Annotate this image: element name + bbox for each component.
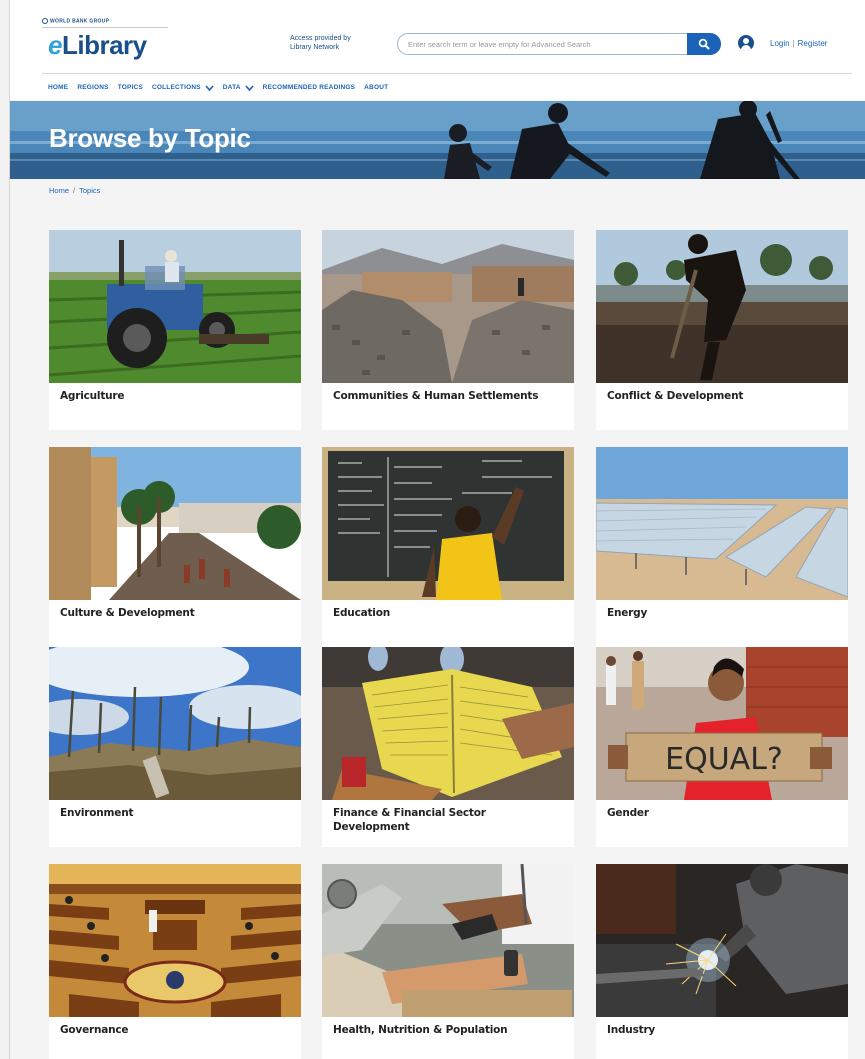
breadcrumb-current: Topics [79, 186, 101, 195]
hero-banner: Browse by Topic [10, 101, 865, 179]
topic-image [322, 447, 574, 600]
page: WORLD BANK GROUP eLibrary Access provide… [9, 0, 865, 1059]
topic-image [322, 230, 574, 383]
auth-links: Login | Register [770, 39, 828, 48]
chevron-down-icon [205, 84, 214, 91]
logo-divider [42, 27, 168, 28]
topic-image [596, 864, 848, 1017]
nav-regions[interactable]: REGIONS [77, 84, 108, 91]
topic-card-gender[interactable]: EQUAL? Gender [596, 647, 848, 847]
topic-card-agriculture[interactable]: Agriculture [49, 230, 301, 430]
topic-image [49, 647, 301, 800]
topic-label: Agriculture [60, 390, 125, 402]
topic-label: Energy [607, 607, 648, 619]
globe-icon [42, 18, 48, 24]
topic-image: EQUAL? [596, 647, 848, 800]
topic-image [49, 230, 301, 383]
search-box [397, 33, 721, 55]
world-bank-group-label: WORLD BANK GROUP [42, 18, 109, 24]
nav-divider [42, 73, 852, 74]
gender-sign-text: EQUAL? [665, 742, 783, 777]
topic-image [49, 447, 301, 600]
topic-label: Governance [60, 1024, 129, 1036]
nav-collections[interactable]: COLLECTIONS [152, 84, 214, 91]
nav-about[interactable]: ABOUT [364, 84, 388, 91]
topic-image [596, 447, 848, 600]
search-icon [698, 38, 710, 50]
topic-card-governance[interactable]: Governance [49, 864, 301, 1059]
search-button[interactable] [687, 33, 721, 55]
topic-image [49, 864, 301, 1017]
access-provided-text: Access provided by Library Network [290, 35, 351, 51]
topic-card-conflict[interactable]: Conflict & Development [596, 230, 848, 430]
topic-image [596, 230, 848, 383]
topic-card-industry[interactable]: Industry [596, 864, 848, 1059]
topic-image [322, 864, 574, 1017]
topic-card-communities[interactable]: Communities & Human Settlements [322, 230, 574, 430]
topic-label: Communities & Human Settlements [333, 390, 539, 402]
topic-card-education[interactable]: Education [322, 447, 574, 647]
breadcrumb: Home / Topics [49, 186, 101, 195]
topic-label: Environment [60, 807, 134, 819]
login-link[interactable]: Login [770, 39, 790, 48]
topic-card-environment[interactable]: Environment [49, 647, 301, 847]
nav-home[interactable]: HOME [48, 84, 68, 91]
main-nav: HOME REGIONS TOPICS COLLECTIONS DATA REC… [48, 84, 388, 91]
topic-label: Health, Nutrition & Population [333, 1024, 508, 1036]
page-title: Browse by Topic [49, 123, 251, 153]
topic-label: Gender [607, 807, 649, 819]
elibrary-logo[interactable]: eLibrary [48, 30, 147, 61]
topic-card-finance[interactable]: Finance & Financial Sector Development [322, 647, 574, 847]
search-input[interactable] [408, 37, 688, 52]
register-link[interactable]: Register [798, 39, 828, 48]
topic-image [322, 647, 574, 800]
topic-card-health[interactable]: Health, Nutrition & Population [322, 864, 574, 1059]
topic-label: Conflict & Development [607, 390, 744, 402]
nav-data[interactable]: DATA [223, 84, 254, 91]
topic-label: Industry [607, 1024, 656, 1036]
topic-card-energy[interactable]: Energy [596, 447, 848, 647]
site-header: WORLD BANK GROUP eLibrary Access provide… [10, 0, 865, 100]
nav-topics[interactable]: TOPICS [118, 84, 143, 91]
breadcrumb-home[interactable]: Home [49, 186, 69, 195]
topic-label: Culture & Development [60, 607, 195, 619]
topic-card-culture[interactable]: Culture & Development [49, 447, 301, 647]
nav-recommended-readings[interactable]: RECOMMENDED READINGS [263, 84, 355, 91]
topic-label: Education [333, 607, 390, 619]
chevron-down-icon [245, 84, 254, 91]
topic-label: Finance & Financial Sector Development [333, 807, 486, 833]
user-icon[interactable] [738, 35, 754, 51]
